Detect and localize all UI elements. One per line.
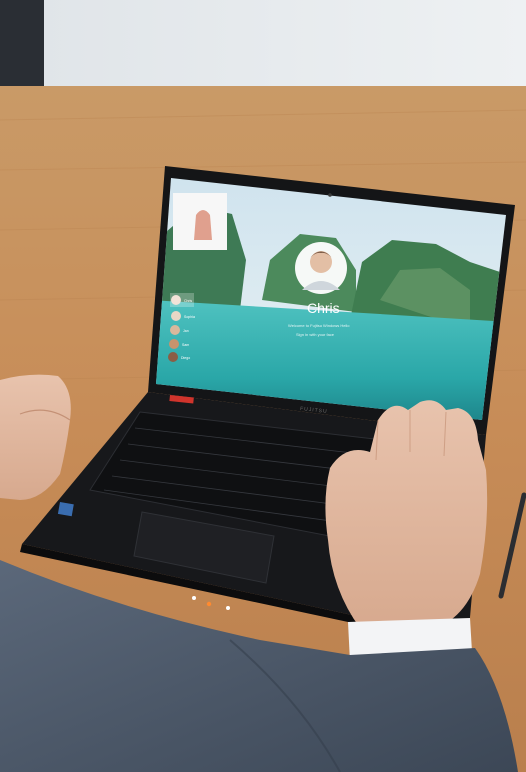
user-list-name: Jan xyxy=(183,329,189,333)
user-list-name: Sophia xyxy=(184,315,195,319)
chair-back xyxy=(0,0,44,92)
user-list-avatar[interactable] xyxy=(168,352,178,362)
login-message: Welcome to Fujitsu Windows Hello xyxy=(288,323,350,328)
user-list-avatar[interactable] xyxy=(171,311,181,321)
user-name: Chris xyxy=(307,300,340,316)
status-led xyxy=(192,596,196,600)
photo-scene: Chris Welcome to Fujitsu Windows Hello S… xyxy=(0,0,526,772)
user-list-avatar[interactable] xyxy=(171,295,181,305)
status-led xyxy=(226,606,230,610)
user-list-name: Sam xyxy=(182,343,189,347)
webcam xyxy=(328,193,332,197)
user-list-avatar[interactable] xyxy=(170,325,180,335)
status-led xyxy=(206,601,212,607)
user-list-avatar[interactable] xyxy=(169,339,179,349)
user-list-name: Chris xyxy=(184,299,192,303)
user-list-name: Diego xyxy=(181,356,190,360)
wall xyxy=(0,0,526,92)
login-hint: Sign in with your face xyxy=(296,332,335,337)
cpu-sticker xyxy=(57,502,74,517)
